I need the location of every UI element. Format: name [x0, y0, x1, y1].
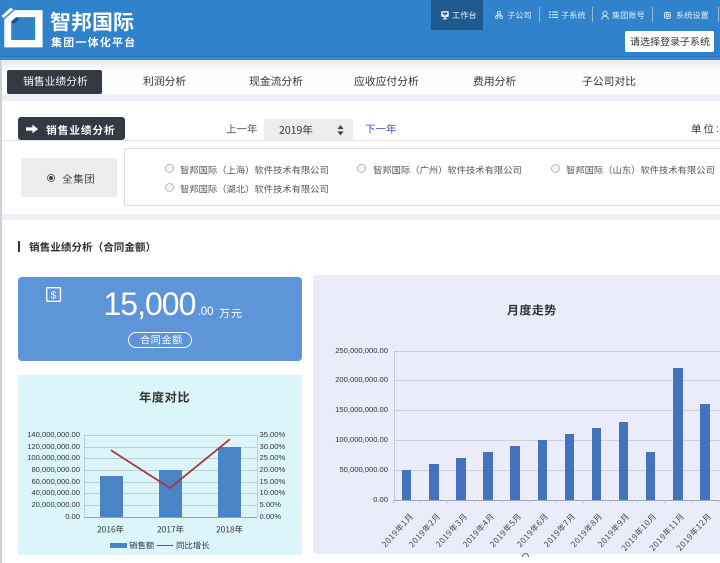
- svg-text:$: $: [51, 291, 57, 302]
